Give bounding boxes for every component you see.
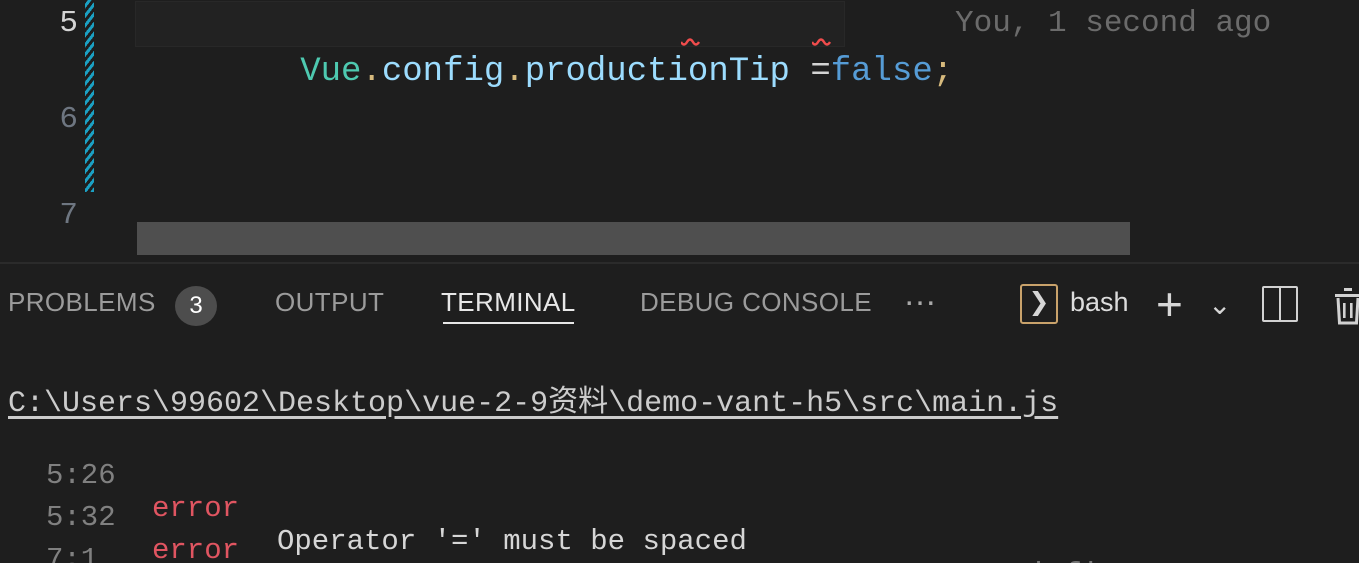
eslint-problem-row[interactable]: 5:26 error Operator '=' must be spaced s… [0,426,1359,563]
problem-location: 7:1 [46,543,99,563]
problem-rule: space-infix-ops [925,558,1186,563]
chevron-down-icon[interactable]: ⌄ [1208,290,1231,320]
tab-terminal[interactable]: TERMINAL [441,264,576,337]
token-property-config: config [381,53,505,91]
terminal-prompt-icon[interactable]: ❯ [1020,284,1058,324]
vscode-window: 5 Vue.config.productionTip =false; You, … [0,0,1359,563]
tab-debug-console[interactable]: DEBUG CONSOLE [640,264,872,337]
editor-horizontal-scrollbar[interactable] [137,222,1130,255]
plus-icon[interactable]: + [1156,281,1183,327]
token-keyword-false: false [830,53,933,91]
terminal-output[interactable]: C:\Users\99602\Desktop\vue-2-9资料\demo-va… [0,337,1359,563]
error-squiggle-operator [681,38,703,48]
eslint-file-path-link[interactable]: C:\Users\99602\Desktop\vue-2-9资料\demo-va… [8,376,1058,421]
token-class: Vue [300,53,362,91]
token-dot-1: . [361,53,382,91]
git-change-bar[interactable] [85,0,94,192]
bottom-panel: PROBLEMS 3 OUTPUT TERMINAL DEBUG CONSOLE… [0,264,1359,563]
line-number-7[interactable]: 7 [0,192,78,240]
trash-icon[interactable] [1330,284,1359,326]
panel-overflow-icon[interactable]: … [903,264,940,337]
git-blame-annotation[interactable]: You, 1 second ago [955,0,1271,48]
split-editor-icon[interactable] [1262,286,1298,322]
eslint-problem-row[interactable]: 5:32 error Extra semicolon semi [0,468,1359,563]
token-property-productiontip: productionTip [524,53,790,91]
token-assign-operator: = [810,53,831,91]
tab-output[interactable]: OUTPUT [275,264,384,337]
terminal-instance-name[interactable]: bash [1070,264,1129,337]
error-squiggle-semicolon [812,38,834,48]
tab-problems[interactable]: PROBLEMS [8,264,156,337]
problems-count-badge: 3 [175,286,217,326]
eslint-problem-row[interactable]: 7:1 error More than 1 blank line not all… [0,510,1359,563]
code-line-row[interactable]: 6 [0,96,1359,144]
token-dot-2: . [504,53,525,91]
token-semicolon: ; [932,53,954,91]
code-line-row[interactable]: 5 Vue.config.productionTip =false; You, … [0,0,1359,91]
line-number-5[interactable]: 5 [0,0,78,48]
code-editor[interactable]: 5 Vue.config.productionTip =false; You, … [0,0,1359,264]
line-number-6[interactable]: 6 [0,96,78,144]
panel-tab-bar: PROBLEMS 3 OUTPUT TERMINAL DEBUG CONSOLE… [0,264,1359,337]
